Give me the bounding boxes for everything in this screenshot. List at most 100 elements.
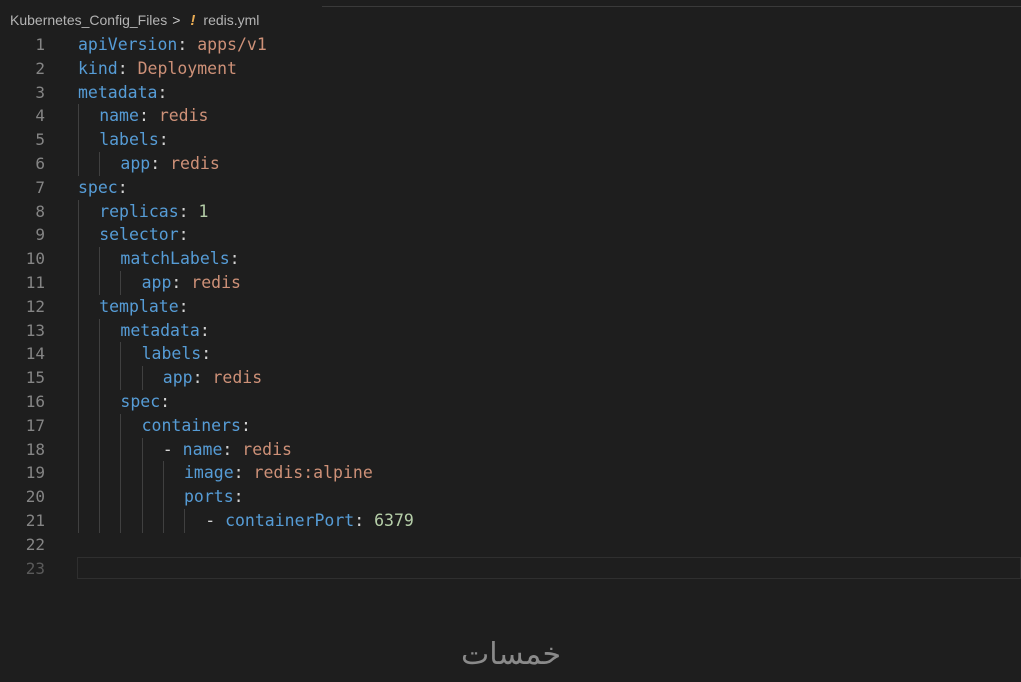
- colon: :: [233, 463, 244, 483]
- colon: :: [158, 130, 169, 150]
- code-line[interactable]: 15 app: redis: [0, 366, 1021, 390]
- yaml-key: labels: [141, 344, 202, 364]
- code-line[interactable]: 20 ports:: [0, 485, 1021, 509]
- code-text: containers:: [142, 414, 251, 438]
- code-line[interactable]: 16 spec:: [0, 389, 1021, 414]
- yaml-key: containers: [141, 415, 241, 435]
- yaml-value: 1: [198, 201, 209, 221]
- indent-guide: [78, 294, 79, 319]
- code-text: name: redis: [99, 104, 208, 128]
- breadcrumb: Kubernetes_Config_Files > ! redis.yml: [10, 10, 259, 30]
- code-line[interactable]: 4 name: redis: [0, 104, 1021, 129]
- code-editor[interactable]: 1 apiVersion: apps/v1 2 kind: Deployment 3 me…: [0, 33, 1021, 580]
- code-line[interactable]: 5 labels:: [0, 128, 1021, 152]
- indent-guide: [162, 508, 164, 533]
- code-line[interactable]: 9 selector:: [0, 223, 1021, 248]
- yaml-key: ports: [184, 487, 234, 507]
- yaml-key: containerPort: [225, 510, 355, 530]
- code-line[interactable]: 22: [0, 533, 1021, 557]
- yaml-key: app: [162, 368, 193, 388]
- line-number: 2: [35, 58, 45, 78]
- yaml-key: replicas: [99, 201, 179, 221]
- line-number: 14: [25, 344, 45, 364]
- colon: :: [201, 344, 212, 364]
- code-line[interactable]: 3 metadata:: [0, 81, 1021, 105]
- colon: :: [171, 272, 182, 292]
- yaml-value: redis: [242, 439, 292, 459]
- code-line[interactable]: 19 image: redis:alpine: [0, 461, 1021, 486]
- yaml-key: metadata: [78, 82, 158, 102]
- yaml-key: app: [120, 153, 151, 173]
- code-line[interactable]: 18 - name: redis: [0, 437, 1021, 462]
- list-dash: -: [205, 510, 226, 530]
- yaml-key: apiVersion: [78, 35, 178, 54]
- colon: :: [178, 225, 189, 245]
- code-text: labels:: [99, 128, 169, 152]
- indent-guide: [78, 223, 79, 248]
- indent-guide: [78, 342, 79, 367]
- yaml-key: spec: [78, 177, 118, 197]
- yaml-key: selector: [99, 225, 179, 245]
- indent-guide: [99, 318, 101, 343]
- line-number: 19: [25, 463, 45, 483]
- code-text: spec:: [120, 390, 170, 414]
- yaml-key: template: [99, 296, 179, 316]
- indent-guide: [78, 413, 79, 438]
- line-number: 3: [35, 82, 45, 102]
- line-number: 21: [25, 510, 45, 530]
- line-number: 10: [25, 249, 45, 269]
- indent-guide: [78, 461, 79, 486]
- code-line[interactable]: 13 metadata:: [0, 318, 1021, 343]
- indent-guide: [78, 318, 79, 343]
- code-text: spec:: [78, 176, 128, 200]
- editor-top-divider: [322, 6, 1021, 7]
- indent-guide: [78, 508, 79, 533]
- line-number: 5: [35, 130, 45, 150]
- indent-guide: [78, 437, 79, 462]
- indent-guide: [99, 413, 101, 438]
- line-number: 18: [25, 439, 45, 459]
- line-number: 8: [35, 201, 45, 221]
- list-dash: -: [162, 439, 183, 459]
- code-line[interactable]: 11 app: redis: [0, 270, 1021, 295]
- yaml-value: redis: [170, 153, 220, 173]
- code-line[interactable]: 1 apiVersion: apps/v1: [0, 33, 1021, 57]
- colon: :: [160, 391, 171, 411]
- indent-guide: [99, 270, 101, 295]
- code-line[interactable]: 6 app: redis: [0, 151, 1021, 176]
- code-line[interactable]: 17 containers:: [0, 413, 1021, 438]
- line-number: 6: [35, 153, 45, 173]
- code-line[interactable]: 21 - containerPort: 6379: [0, 508, 1021, 533]
- indent-guide: [141, 461, 143, 486]
- yaml-key: kind: [78, 58, 118, 78]
- yaml-value: redis: [158, 106, 209, 126]
- code-text: kind: Deployment: [78, 57, 237, 81]
- indent-guide: [78, 151, 79, 176]
- indent-guide: [120, 508, 122, 533]
- yaml-value: apps/v1: [197, 35, 267, 54]
- breadcrumb-file[interactable]: redis.yml: [203, 12, 259, 28]
- code-line[interactable]: 23: [0, 556, 1021, 581]
- code-line[interactable]: 10 matchLabels:: [0, 247, 1021, 271]
- colon: :: [233, 487, 244, 507]
- indent-guide: [78, 199, 79, 224]
- code-text: metadata:: [78, 81, 167, 105]
- yaml-key: image: [184, 463, 234, 483]
- indent-guide: [120, 413, 122, 438]
- breadcrumb-folder[interactable]: Kubernetes_Config_Files: [10, 12, 167, 28]
- chevron-right-icon: >: [172, 12, 181, 28]
- colon: :: [138, 106, 149, 126]
- yaml-value: redis: [212, 368, 263, 388]
- line-number: 1: [35, 35, 45, 54]
- colon: :: [157, 82, 168, 102]
- yaml-key: metadata: [120, 320, 200, 340]
- line-number: 12: [25, 296, 45, 316]
- line-number: 16: [25, 391, 45, 411]
- code-line[interactable]: 7 spec:: [0, 176, 1021, 200]
- line-number: 17: [25, 415, 45, 435]
- code-line[interactable]: 8 replicas: 1: [0, 199, 1021, 224]
- code-line[interactable]: 2 kind: Deployment: [0, 57, 1021, 81]
- code-line[interactable]: 14 labels:: [0, 342, 1021, 367]
- code-line[interactable]: 12 template:: [0, 294, 1021, 319]
- colon: :: [178, 201, 189, 221]
